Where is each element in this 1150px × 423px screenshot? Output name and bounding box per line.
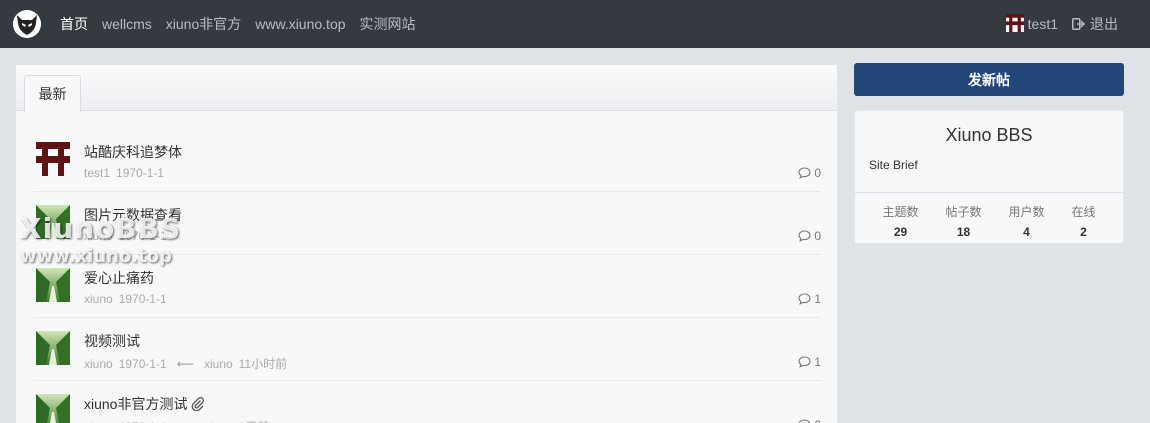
sign-out-icon: [1072, 18, 1085, 30]
thread-tabs: 最新: [16, 65, 837, 112]
nav-link-home[interactable]: 首页: [60, 14, 88, 34]
nav-user-link[interactable]: test1: [1005, 13, 1058, 35]
user-avatar-forest[interactable]: [36, 268, 70, 302]
thread-row[interactable]: 站酷庆科追梦体 test1 1970-1-1 0: [33, 129, 821, 192]
stat-users: 用户数 4: [1008, 193, 1044, 244]
thread-meta: test1 1970-1-1: [84, 166, 170, 180]
stat-value: 4: [1023, 225, 1030, 239]
top-navbar: 首页 wellcms xiuno非官方 www.xiuno.top 实测网站 t…: [0, 0, 1150, 48]
horned-mask-icon[interactable]: [13, 10, 41, 38]
reply-count: 2: [798, 418, 821, 423]
stat-label: 在线: [1071, 205, 1096, 219]
thread-author[interactable]: test1: [84, 166, 110, 180]
thread-date: 1970-1-1: [118, 292, 167, 306]
user-avatar-icon: [1005, 13, 1024, 35]
thread-title-text: 站酷庆科追梦体: [84, 144, 182, 160]
nav-link-wellcms[interactable]: wellcms: [102, 16, 152, 32]
thread-last-user[interactable]: xiuno: [204, 357, 233, 371]
user-avatar-red[interactable]: [36, 142, 70, 176]
thread-date: 1970-1-1: [118, 357, 167, 371]
thread-row[interactable]: xiuno非官方测试 xiuno1970-1-1⟵xiuno2天前 2: [33, 381, 821, 423]
comment-icon: [798, 293, 811, 305]
reply-count-value: 0: [814, 166, 821, 180]
thread-meta: xiuno 1970-1-1: [84, 292, 173, 306]
thread-title[interactable]: xiuno非官方测试: [84, 394, 205, 414]
reply-count-value: 0: [814, 229, 821, 243]
stat-value: 18: [956, 225, 971, 239]
reply-count: 0: [798, 166, 821, 180]
comment-icon: [798, 167, 811, 179]
nav-link-test-site[interactable]: 实测网站: [360, 14, 416, 34]
reply-count: 1: [798, 292, 821, 306]
reply-count: 0: [798, 229, 821, 243]
stat-value: 29: [893, 225, 908, 239]
thread-date: 1970-1-1: [118, 229, 167, 243]
user-avatar-forest[interactable]: [36, 394, 70, 423]
thread-author[interactable]: xiuno: [84, 292, 113, 306]
user-avatar-forest[interactable]: [36, 331, 70, 365]
left-arrow-icon: ⟵: [176, 357, 194, 371]
forum-brief: Site Brief: [869, 158, 918, 172]
thread-meta: xiuno 1970-1-1: [84, 229, 173, 243]
forum-stats: 主题数 29 帖子数 18 用户数 4 在线 2: [855, 192, 1123, 244]
thread-meta: xiuno 1970-1-1 ⟵ xiuno 11小时前: [84, 355, 293, 372]
stat-threads: 主题数 29: [882, 193, 918, 244]
stat-posts: 帖子数 18: [945, 193, 981, 244]
thread-title[interactable]: 爱心止痛药: [84, 268, 154, 288]
thread-title-text: 视频测试: [84, 333, 140, 349]
comment-icon: [798, 230, 811, 242]
stat-label: 用户数: [1008, 205, 1045, 219]
reply-count: 1: [798, 355, 821, 369]
comment-icon: [798, 419, 811, 423]
thread-date: 1970-1-1: [116, 166, 165, 180]
forum-info-card: Xiuno BBS Site Brief 主题数 29 帖子数 18 用户数 4…: [854, 110, 1124, 244]
paperclip-icon: [192, 397, 205, 412]
nav-link-xiuno-top[interactable]: www.xiuno.top: [255, 16, 345, 32]
forum-name: Xiuno BBS: [945, 125, 1033, 145]
stat-label: 主题数: [882, 205, 919, 219]
stat-value: 2: [1080, 225, 1087, 239]
thread-author[interactable]: xiuno: [84, 357, 113, 371]
thread-list-card: 最新 站酷庆科追梦体 test1 1970-1-1 0 图片元数据查看 xiuno 1970…: [15, 64, 838, 423]
logout-label: 退出: [1090, 16, 1118, 32]
new-post-button[interactable]: 发新帖: [854, 63, 1124, 96]
logout-button[interactable]: 退出: [1072, 14, 1118, 34]
thread-row[interactable]: 图片元数据查看 xiuno 1970-1-1 0: [33, 192, 821, 255]
nav-link-xiuno-unofficial[interactable]: xiuno非官方: [166, 14, 241, 34]
thread-title[interactable]: 站酷庆科追梦体: [84, 142, 182, 162]
tab-latest[interactable]: 最新: [24, 75, 81, 112]
thread-title-text: 图片元数据查看: [84, 207, 182, 223]
reply-count-value: 2: [814, 418, 821, 423]
thread-title-text: 爱心止痛药: [84, 270, 154, 286]
thread-meta: xiuno1970-1-1⟵xiuno2天前: [84, 418, 275, 423]
reply-count-value: 1: [814, 355, 821, 369]
thread-title[interactable]: 视频测试: [84, 331, 140, 351]
stat-online: 在线 2: [1071, 193, 1095, 244]
comment-icon: [798, 356, 811, 368]
user-avatar-forest[interactable]: [36, 205, 70, 239]
thread-row[interactable]: 爱心止痛药 xiuno 1970-1-1 1: [33, 255, 821, 318]
thread-author[interactable]: xiuno: [84, 229, 113, 243]
thread-row[interactable]: 视频测试 xiuno 1970-1-1 ⟵ xiuno 11小时前 1: [33, 318, 821, 381]
thread-title[interactable]: 图片元数据查看: [84, 205, 182, 225]
thread-last-time: 11小时前: [238, 357, 288, 371]
nav-username: test1: [1027, 16, 1058, 32]
reply-count-value: 1: [814, 292, 821, 306]
thread-title-text: xiuno非官方测试: [84, 396, 188, 412]
stat-label: 帖子数: [945, 205, 982, 219]
